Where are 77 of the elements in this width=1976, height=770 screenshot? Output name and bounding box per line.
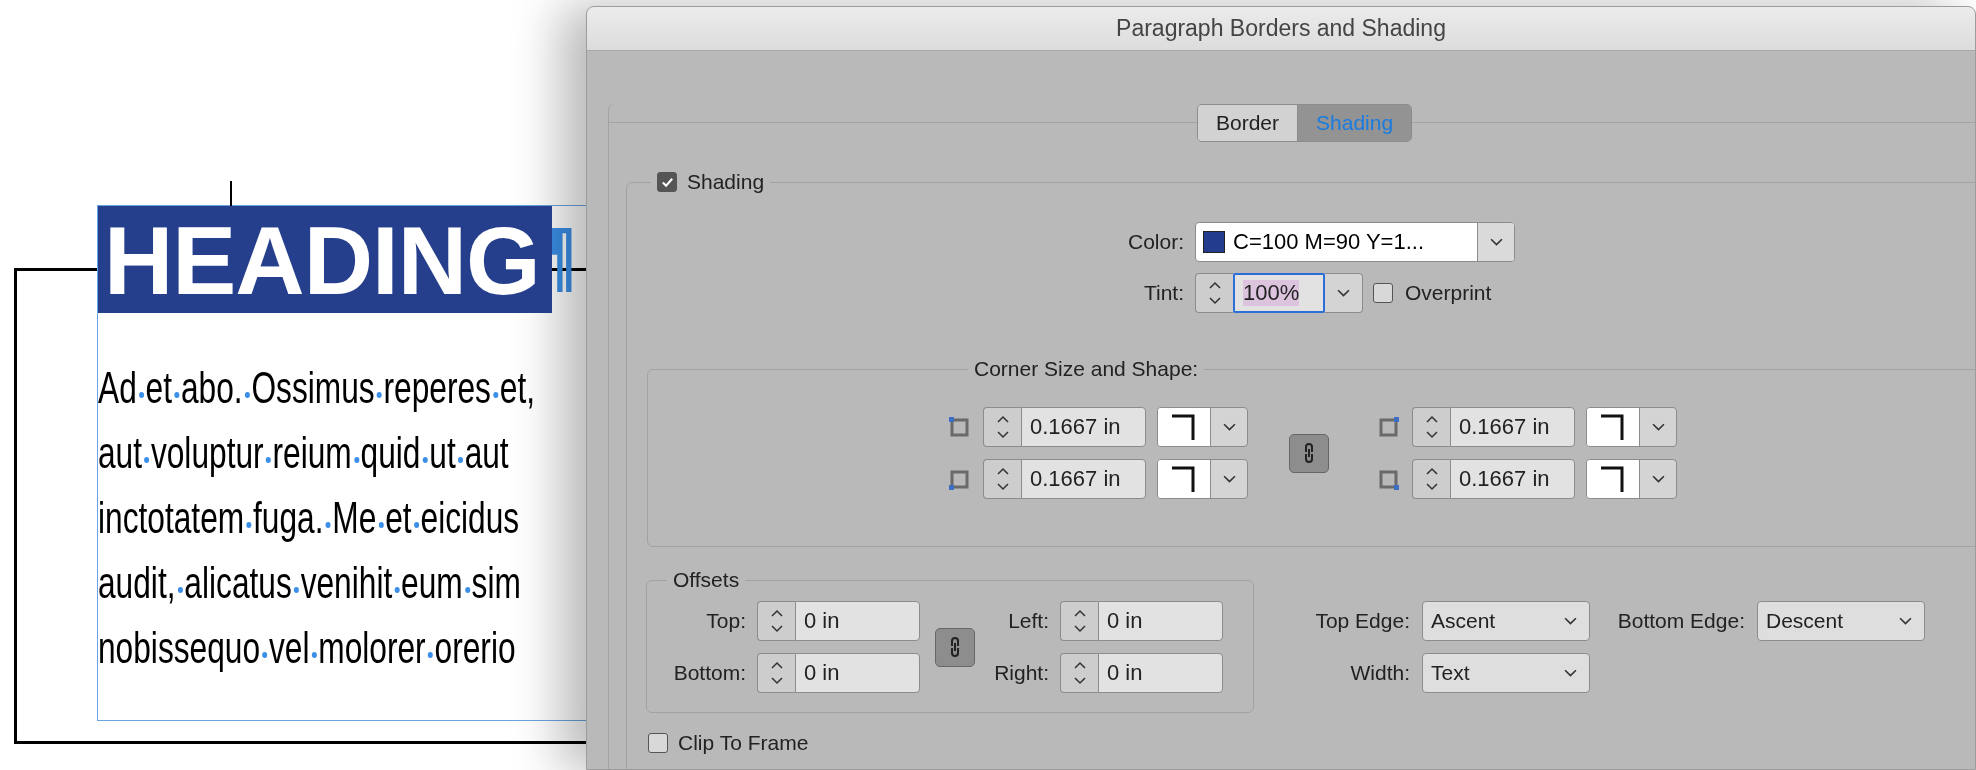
corner-size-input[interactable]: 0.1667 in — [1021, 407, 1146, 447]
offset-input[interactable]: 0 in — [795, 653, 920, 693]
group-title: Corner Size and Shape: — [973, 356, 1200, 382]
caret-icon — [1564, 616, 1577, 626]
corner-size-input[interactable]: 0.1667 in — [1450, 407, 1575, 447]
caret-icon — [1489, 237, 1503, 247]
corner-shape-icon — [1172, 414, 1196, 440]
checkbox[interactable] — [648, 733, 668, 753]
tab[interactable]: Border — [1198, 105, 1298, 141]
up-down-arrows-icon — [995, 414, 1010, 440]
dropdown[interactable]: Text — [1422, 653, 1590, 693]
stepper-button[interactable] — [1412, 407, 1450, 447]
up-down-arrows-icon — [1072, 660, 1087, 686]
offset-input[interactable]: 0 in — [795, 601, 920, 641]
chain-link-icon — [1302, 440, 1316, 466]
caret-icon — [1651, 422, 1665, 432]
stepper-button[interactable] — [1060, 601, 1098, 641]
field-label: Bottom: — [672, 661, 746, 685]
checkbox-label: Shading — [687, 169, 765, 195]
up-down-arrows-icon — [769, 608, 784, 634]
up-down-arrows-icon — [1207, 280, 1222, 306]
field-label: Right: — [993, 661, 1049, 685]
stepper-button[interactable] — [1412, 459, 1450, 499]
stepper-button[interactable] — [983, 407, 1021, 447]
stepper-button[interactable] — [1195, 273, 1233, 313]
checkbox-label: Overprint — [1405, 281, 1492, 305]
checkbox[interactable] — [657, 172, 677, 192]
field-label: Top Edge: — [1314, 609, 1410, 633]
body-paragraph: Ad et abo. Ossimus reperes et, aut voluptur reium quid ut aut inctotatem fuga. Me et eicidus audit, alicatus venihit eum sim nobissequo vel molorer orerio — [98, 362, 536, 674]
up-down-arrows-icon — [1424, 466, 1439, 492]
checkbox-label: Clip To Frame — [678, 731, 809, 755]
caret-icon — [1899, 616, 1912, 626]
corner-size-input[interactable]: 0.1667 in — [1021, 459, 1146, 499]
corner-shape-icon — [1601, 466, 1625, 492]
up-down-arrows-icon — [1072, 608, 1087, 634]
corner-shape-dropdown[interactable] — [1586, 407, 1677, 447]
field-label: Tint: — [1142, 281, 1184, 305]
tint-input[interactable]: 100% — [1233, 273, 1325, 313]
dropdown[interactable]: Descent — [1757, 601, 1925, 641]
corner-size-input[interactable]: 0.1667 in — [1450, 459, 1575, 499]
corner-shape-icon — [1172, 466, 1196, 492]
corner-icon — [1377, 415, 1400, 439]
stepper-button[interactable] — [757, 653, 795, 693]
corner-shape-icon — [1601, 414, 1625, 440]
heading-text: HEADING — [103, 213, 540, 309]
checkbox[interactable] — [1373, 283, 1393, 303]
link-button[interactable] — [934, 627, 975, 667]
color-dropdown[interactable]: C=100 M=90 Y=1... — [1195, 222, 1515, 262]
corner-icon — [948, 415, 971, 439]
link-button[interactable] — [1289, 433, 1329, 473]
field-label: Bottom Edge: — [1616, 609, 1745, 633]
caret-icon — [1222, 474, 1236, 484]
field-label: Color: — [1126, 230, 1184, 254]
caret-icon — [1651, 474, 1665, 484]
up-down-arrows-icon — [769, 660, 784, 686]
dropdown-button[interactable] — [1325, 273, 1363, 313]
caret-icon — [1222, 422, 1236, 432]
dropdown[interactable]: Ascent — [1422, 601, 1590, 641]
stepper-button[interactable] — [757, 601, 795, 641]
text-cursor — [230, 181, 232, 206]
caret-icon — [1337, 288, 1350, 298]
caret-icon — [1564, 668, 1577, 678]
up-down-arrows-icon — [1424, 414, 1439, 440]
corner-shape-dropdown[interactable] — [1157, 407, 1248, 447]
corner-shape-dropdown[interactable] — [1586, 459, 1677, 499]
stepper-button[interactable] — [1060, 653, 1098, 693]
stepper-button[interactable] — [983, 459, 1021, 499]
offset-input[interactable]: 0 in — [1098, 601, 1223, 641]
up-down-arrows-icon — [995, 466, 1010, 492]
offset-input[interactable]: 0 in — [1098, 653, 1223, 693]
corner-shape-dropdown[interactable] — [1157, 459, 1248, 499]
color-swatch — [1203, 231, 1225, 253]
field-label: Left: — [1007, 609, 1049, 633]
dialog-title: Paragraph Borders and Shading — [1116, 15, 1446, 42]
field-label: Top: — [705, 609, 746, 633]
field-label: Width: — [1349, 661, 1410, 685]
group-title: Offsets — [672, 567, 741, 593]
